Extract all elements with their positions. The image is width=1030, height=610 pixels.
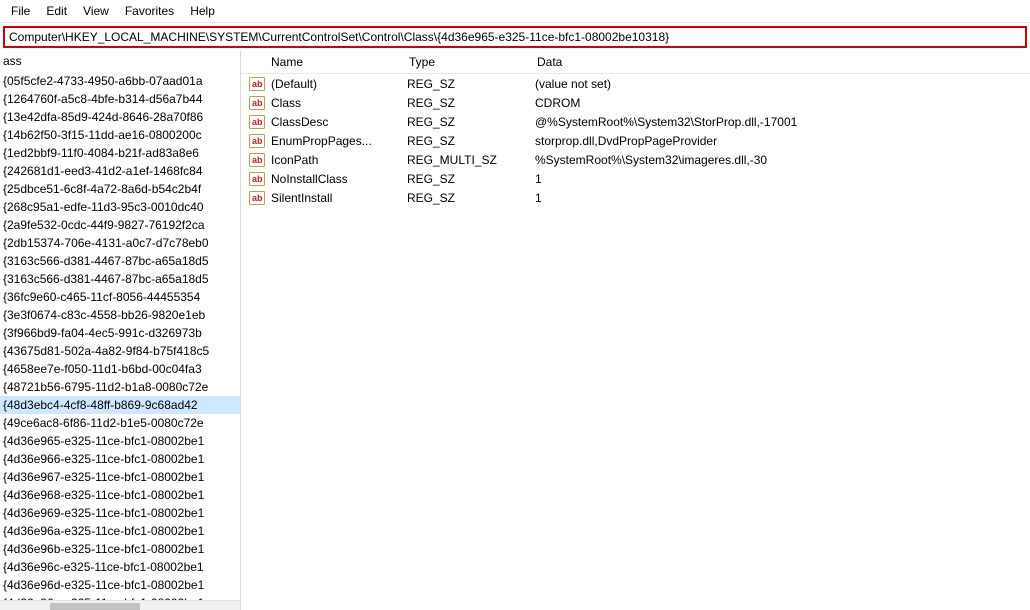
value-data: @%SystemRoot%\System32\StorProp.dll,-170… (527, 115, 1030, 129)
value-name: (Default) (269, 77, 399, 91)
value-row[interactable]: ab (Default)REG_SZ(value not set) (241, 74, 1030, 93)
tree-list[interactable]: {05f5cfe2-4733-4950-a6bb-07aad01a{126476… (0, 72, 240, 610)
value-row[interactable]: ab NoInstallClassREG_SZ1 (241, 169, 1030, 188)
tree-item[interactable]: {25dbce51-6c8f-4a72-8a6d-b54c2b4f (0, 180, 240, 198)
string-value-icon: ab (249, 77, 265, 91)
tree-item[interactable]: {268c95a1-edfe-11d3-95c3-0010dc40 (0, 198, 240, 216)
value-type: REG_SZ (399, 172, 527, 186)
menu-edit[interactable]: Edit (39, 3, 74, 19)
string-value-icon: ab (249, 134, 265, 148)
columns-header: Name Type Data (241, 51, 1030, 74)
value-name: SilentInstall (269, 191, 399, 205)
tree-item[interactable]: {2a9fe532-0cdc-44f9-9827-76192f2ca (0, 216, 240, 234)
value-row[interactable]: ab EnumPropPages...REG_SZstorprop.dll,Dvd… (241, 131, 1030, 150)
value-type: REG_SZ (399, 134, 527, 148)
tree-item[interactable]: {48d3ebc4-4cf8-48ff-b869-9c68ad42 (0, 396, 240, 414)
value-name: IconPath (269, 153, 399, 167)
value-data: 1 (527, 172, 1030, 186)
tree-item[interactable]: {36fc9e60-c465-11cf-8056-44455354 (0, 288, 240, 306)
tree-item[interactable]: {3e3f0674-c83c-4558-bb26-9820e1eb (0, 306, 240, 324)
value-name: ClassDesc (269, 115, 399, 129)
column-header-name[interactable]: Name (241, 55, 401, 69)
svg-text:ab: ab (252, 136, 263, 146)
value-row[interactable]: ab ClassDescREG_SZ@%SystemRoot%\System32\… (241, 112, 1030, 131)
value-data: storprop.dll,DvdPropPageProvider (527, 134, 1030, 148)
tree-item[interactable]: {4d36e967-e325-11ce-bfc1-08002be1 (0, 468, 240, 486)
svg-text:ab: ab (252, 98, 263, 108)
value-name: Class (269, 96, 399, 110)
value-type: REG_SZ (399, 115, 527, 129)
tree-item[interactable]: {4d36e966-e325-11ce-bfc1-08002be1 (0, 450, 240, 468)
tree-item[interactable]: {3163c566-d381-4467-87bc-a65a18d5 (0, 252, 240, 270)
address-bar[interactable]: Computer\HKEY_LOCAL_MACHINE\SYSTEM\Curre… (3, 26, 1027, 48)
value-type: REG_SZ (399, 96, 527, 110)
value-data: (value not set) (527, 77, 1030, 91)
menu-bar: File Edit View Favorites Help (0, 0, 1030, 23)
value-name: NoInstallClass (269, 172, 399, 186)
svg-text:ab: ab (252, 155, 263, 165)
tree-item[interactable]: {1264760f-a5c8-4bfe-b314-d56a7b44 (0, 90, 240, 108)
svg-text:ab: ab (252, 79, 263, 89)
tree-item[interactable]: {4d36e96d-e325-11ce-bfc1-08002be1 (0, 576, 240, 594)
string-value-icon: ab (249, 96, 265, 110)
tree-pane: ass {05f5cfe2-4733-4950-a6bb-07aad01a{12… (0, 51, 241, 610)
tree-item[interactable]: {242681d1-eed3-41d2-a1ef-1468fc84 (0, 162, 240, 180)
value-name: EnumPropPages... (269, 134, 399, 148)
tree-item[interactable]: {3163c566-d381-4467-87bc-a65a18d5 (0, 270, 240, 288)
tree-item[interactable]: {4d36e965-e325-11ce-bfc1-08002be1 (0, 432, 240, 450)
tree-scrollbar-thumb[interactable] (50, 603, 140, 610)
value-data: %SystemRoot%\System32\imageres.dll,-30 (527, 153, 1030, 167)
value-row[interactable]: ab IconPathREG_MULTI_SZ%SystemRoot%\Syste… (241, 150, 1030, 169)
value-type: REG_MULTI_SZ (399, 153, 527, 167)
menu-view[interactable]: View (76, 3, 116, 19)
string-value-icon: ab (249, 191, 265, 205)
menu-file[interactable]: File (4, 3, 37, 19)
menu-favorites[interactable]: Favorites (118, 3, 181, 19)
string-value-icon: ab (249, 172, 265, 186)
tree-item[interactable]: {4d36e969-e325-11ce-bfc1-08002be1 (0, 504, 240, 522)
tree-item[interactable]: {43675d81-502a-4a82-9f84-b75f418c5 (0, 342, 240, 360)
tree-header-fragment: ass (0, 51, 240, 72)
value-row[interactable]: ab SilentInstallREG_SZ1 (241, 188, 1030, 207)
tree-item[interactable]: {48721b56-6795-11d2-b1a8-0080c72e (0, 378, 240, 396)
value-row[interactable]: ab ClassREG_SZCDROM (241, 93, 1030, 112)
tree-item[interactable]: {3f966bd9-fa04-4ec5-991c-d326973b (0, 324, 240, 342)
column-header-data[interactable]: Data (529, 55, 1030, 69)
tree-horizontal-scrollbar[interactable] (0, 600, 240, 610)
address-bar-container: Computer\HKEY_LOCAL_MACHINE\SYSTEM\Curre… (0, 23, 1030, 51)
tree-item[interactable]: {05f5cfe2-4733-4950-a6bb-07aad01a (0, 72, 240, 90)
menu-help[interactable]: Help (183, 3, 222, 19)
tree-item[interactable]: {2db15374-706e-4131-a0c7-d7c78eb0 (0, 234, 240, 252)
value-type: REG_SZ (399, 191, 527, 205)
values-pane: Name Type Data ab(Default)REG_SZ(value n… (241, 51, 1030, 610)
tree-item[interactable]: {14b62f50-3f15-11dd-ae16-0800200c (0, 126, 240, 144)
value-data: 1 (527, 191, 1030, 205)
tree-item[interactable]: {4d36e96a-e325-11ce-bfc1-08002be1 (0, 522, 240, 540)
string-value-icon: ab (249, 153, 265, 167)
svg-text:ab: ab (252, 174, 263, 184)
tree-item[interactable]: {4d36e96b-e325-11ce-bfc1-08002be1 (0, 540, 240, 558)
tree-item[interactable]: {13e42dfa-85d9-424d-8646-28a70f86 (0, 108, 240, 126)
column-header-type[interactable]: Type (401, 55, 529, 69)
svg-text:ab: ab (252, 117, 263, 127)
body-split: ass {05f5cfe2-4733-4950-a6bb-07aad01a{12… (0, 51, 1030, 610)
tree-item[interactable]: {49ce6ac8-6f86-11d2-b1e5-0080c72e (0, 414, 240, 432)
value-data: CDROM (527, 96, 1030, 110)
tree-item[interactable]: {4d36e968-e325-11ce-bfc1-08002be1 (0, 486, 240, 504)
values-list[interactable]: ab(Default)REG_SZ(value not set)abClassR… (241, 74, 1030, 207)
tree-item[interactable]: {4658ee7e-f050-11d1-b6bd-00c04fa3 (0, 360, 240, 378)
tree-item[interactable]: {4d36e96c-e325-11ce-bfc1-08002be1 (0, 558, 240, 576)
svg-text:ab: ab (252, 193, 263, 203)
tree-item[interactable]: {1ed2bbf9-11f0-4084-b21f-ad83a8e6 (0, 144, 240, 162)
string-value-icon: ab (249, 115, 265, 129)
value-type: REG_SZ (399, 77, 527, 91)
